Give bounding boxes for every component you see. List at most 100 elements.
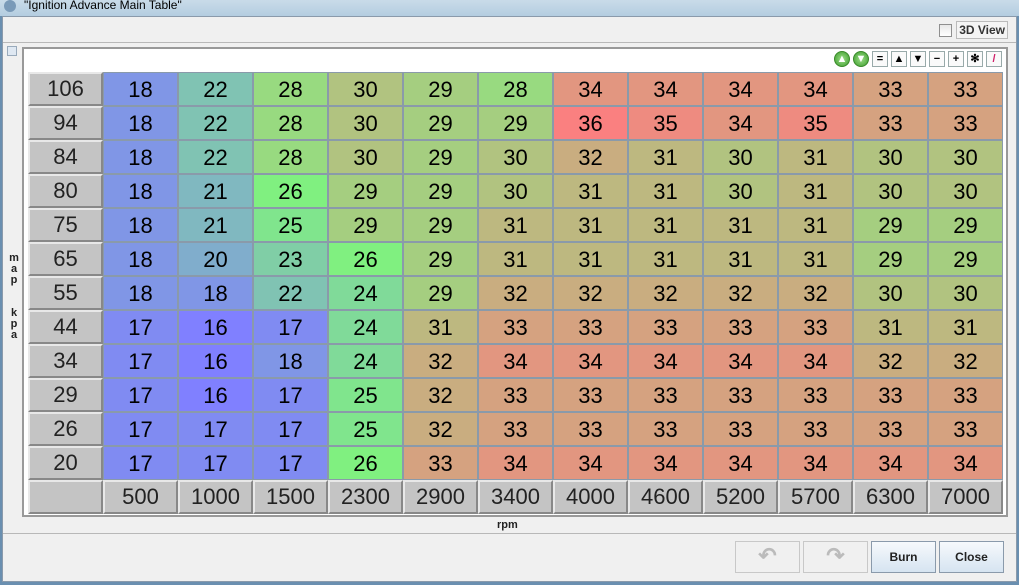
table-cell[interactable]: 17 xyxy=(103,412,178,446)
table-cell[interactable]: 28 xyxy=(253,72,328,106)
x-axis-cell[interactable]: 500 xyxy=(103,480,178,514)
table-cell[interactable]: 33 xyxy=(553,310,628,344)
table-cell[interactable]: 16 xyxy=(178,310,253,344)
table-cell[interactable]: 33 xyxy=(778,310,853,344)
table-cell[interactable]: 34 xyxy=(703,446,778,480)
close-button[interactable]: Close xyxy=(939,541,1004,573)
table-cell[interactable]: 33 xyxy=(703,378,778,412)
table-cell[interactable]: 30 xyxy=(703,140,778,174)
table-cell[interactable]: 29 xyxy=(928,208,1003,242)
table-cell[interactable]: 34 xyxy=(628,446,703,480)
table-cell[interactable]: 33 xyxy=(778,412,853,446)
table-cell[interactable]: 33 xyxy=(553,412,628,446)
x-axis-cell[interactable]: 3400 xyxy=(478,480,553,514)
table-cell[interactable]: 31 xyxy=(628,140,703,174)
table-cell[interactable]: 25 xyxy=(328,412,403,446)
table-cell[interactable]: 32 xyxy=(853,344,928,378)
table-cell[interactable]: 17 xyxy=(178,412,253,446)
table-cell[interactable]: 31 xyxy=(553,242,628,276)
table-cell[interactable]: 18 xyxy=(103,208,178,242)
multiply-button[interactable]: ✻ xyxy=(967,51,983,67)
table-cell[interactable]: 31 xyxy=(628,242,703,276)
table-cell[interactable]: 31 xyxy=(553,174,628,208)
y-axis-cell[interactable]: 34 xyxy=(28,344,103,378)
x-axis-cell[interactable]: 6300 xyxy=(853,480,928,514)
table-cell[interactable]: 29 xyxy=(403,276,478,310)
table-cell[interactable]: 32 xyxy=(403,412,478,446)
table-cell[interactable]: 34 xyxy=(778,72,853,106)
y-axis-cell[interactable]: 26 xyxy=(28,412,103,446)
table-cell[interactable]: 33 xyxy=(853,412,928,446)
x-axis-cell[interactable]: 1000 xyxy=(178,480,253,514)
table-cell[interactable]: 29 xyxy=(403,106,478,140)
table-cell[interactable]: 17 xyxy=(103,310,178,344)
table-cell[interactable]: 30 xyxy=(928,140,1003,174)
x-axis-cell[interactable]: 5200 xyxy=(703,480,778,514)
y-axis-cell[interactable]: 65 xyxy=(28,242,103,276)
checkbox-box[interactable] xyxy=(939,23,953,37)
table-cell[interactable]: 18 xyxy=(103,276,178,310)
table-cell[interactable]: 30 xyxy=(478,174,553,208)
table-cell[interactable]: 34 xyxy=(928,446,1003,480)
table-cell[interactable]: 29 xyxy=(478,106,553,140)
x-axis-cell[interactable]: 4600 xyxy=(628,480,703,514)
table-cell[interactable]: 33 xyxy=(628,310,703,344)
y-axis-cell[interactable]: 80 xyxy=(28,174,103,208)
table-cell[interactable]: 31 xyxy=(778,208,853,242)
table-cell[interactable]: 33 xyxy=(928,72,1003,106)
table-cell[interactable]: 33 xyxy=(703,412,778,446)
table-cell[interactable]: 35 xyxy=(628,106,703,140)
subtract-button[interactable]: − xyxy=(929,51,945,67)
x-axis-cell[interactable]: 5700 xyxy=(778,480,853,514)
table-cell[interactable]: 34 xyxy=(478,344,553,378)
y-axis-cell[interactable]: 94 xyxy=(28,106,103,140)
table-cell[interactable]: 17 xyxy=(253,310,328,344)
table-cell[interactable]: 29 xyxy=(328,208,403,242)
x-axis-cell[interactable]: 2900 xyxy=(403,480,478,514)
table-cell[interactable]: 34 xyxy=(628,72,703,106)
table-cell[interactable]: 16 xyxy=(178,378,253,412)
table-cell[interactable]: 29 xyxy=(403,140,478,174)
table-cell[interactable]: 29 xyxy=(403,208,478,242)
table-cell[interactable]: 32 xyxy=(553,276,628,310)
table-cell[interactable]: 22 xyxy=(178,72,253,106)
table-cell[interactable]: 26 xyxy=(328,242,403,276)
table-cell[interactable]: 18 xyxy=(103,174,178,208)
table-cell[interactable]: 31 xyxy=(478,208,553,242)
table-cell[interactable]: 18 xyxy=(103,242,178,276)
table-cell[interactable]: 33 xyxy=(928,106,1003,140)
table-cell[interactable]: 32 xyxy=(478,276,553,310)
table-cell[interactable]: 32 xyxy=(703,276,778,310)
table-cell[interactable]: 34 xyxy=(778,344,853,378)
x-axis-cell[interactable]: 2300 xyxy=(328,480,403,514)
table-cell[interactable]: 34 xyxy=(703,344,778,378)
table-cell[interactable]: 31 xyxy=(853,310,928,344)
table-cell[interactable]: 29 xyxy=(853,242,928,276)
table-cell[interactable]: 24 xyxy=(328,344,403,378)
table-cell[interactable]: 17 xyxy=(103,344,178,378)
table-cell[interactable]: 32 xyxy=(403,378,478,412)
table-cell[interactable]: 31 xyxy=(778,174,853,208)
table-cell[interactable]: 24 xyxy=(328,310,403,344)
table-cell[interactable]: 33 xyxy=(928,412,1003,446)
table-cell[interactable]: 33 xyxy=(853,106,928,140)
table-cell[interactable]: 31 xyxy=(703,242,778,276)
table-cell[interactable]: 33 xyxy=(478,310,553,344)
x-axis-cell[interactable]: 1500 xyxy=(253,480,328,514)
table-cell[interactable]: 30 xyxy=(328,72,403,106)
undo-button[interactable]: ↶ xyxy=(735,541,800,573)
table-cell[interactable]: 34 xyxy=(853,446,928,480)
table-cell[interactable]: 33 xyxy=(403,446,478,480)
3d-view-checkbox[interactable]: 3D View xyxy=(939,21,1008,39)
table-cell[interactable]: 34 xyxy=(778,446,853,480)
table-cell[interactable]: 26 xyxy=(328,446,403,480)
table-cell[interactable]: 35 xyxy=(778,106,853,140)
add-button[interactable]: + xyxy=(948,51,964,67)
table-cell[interactable]: 21 xyxy=(178,174,253,208)
table-cell[interactable]: 31 xyxy=(403,310,478,344)
table-cell[interactable]: 25 xyxy=(328,378,403,412)
table-cell[interactable]: 34 xyxy=(553,72,628,106)
table-cell[interactable]: 29 xyxy=(853,208,928,242)
table-cell[interactable]: 32 xyxy=(928,344,1003,378)
table-cell[interactable]: 32 xyxy=(778,276,853,310)
